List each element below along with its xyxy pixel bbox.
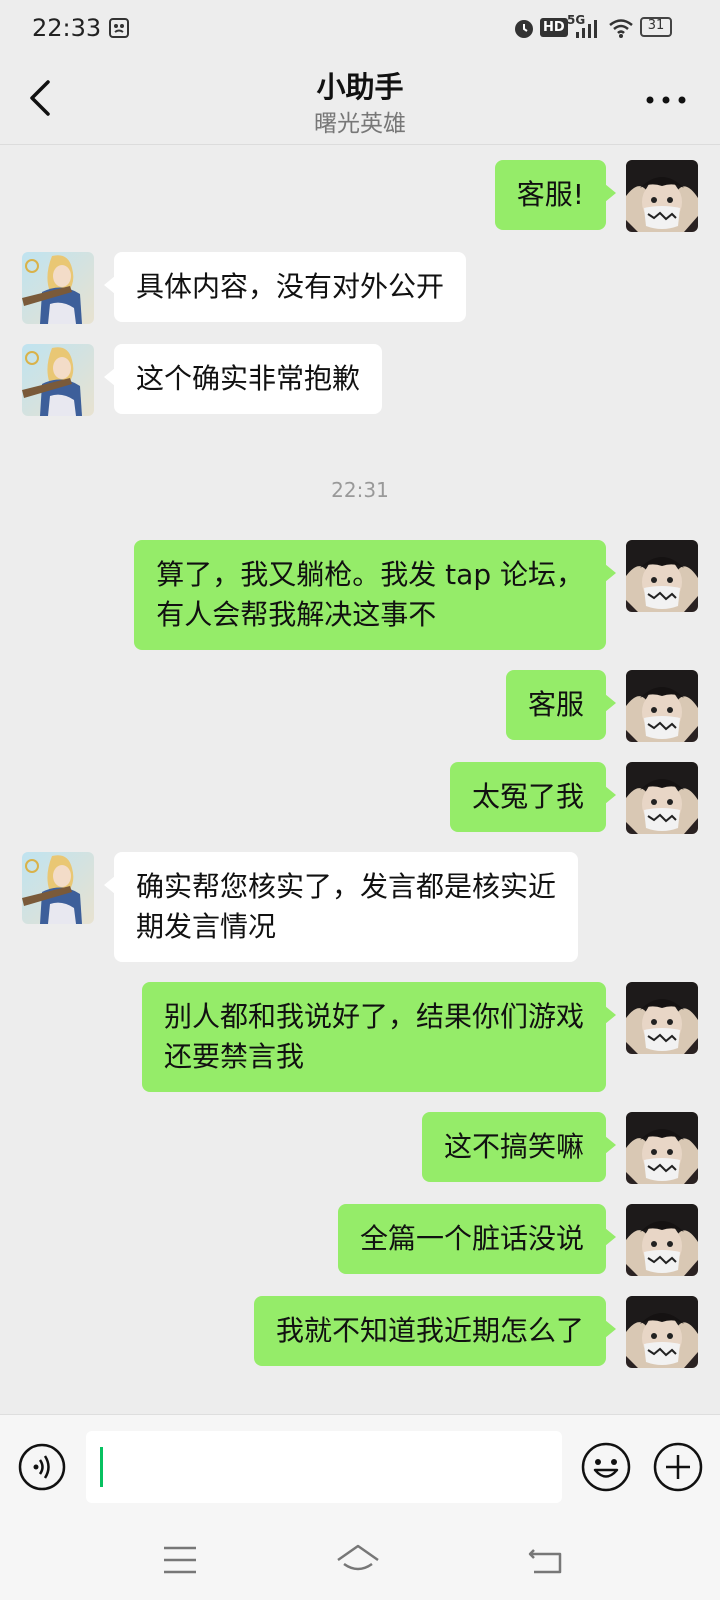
message-bubble[interactable]: 别人都和我说好了，结果你们游戏 还要禁言我 xyxy=(141,982,617,1092)
message-bubble[interactable]: 这个确实非常抱歉 xyxy=(103,344,383,414)
contact-avatar[interactable] xyxy=(22,852,94,924)
message-bubble[interactable]: 算了，我又躺枪。我发 tap 论坛， 有人会帮我解决这事不 xyxy=(134,540,616,650)
input-bar xyxy=(0,1414,720,1527)
home-icon[interactable] xyxy=(334,1540,382,1580)
my-avatar[interactable] xyxy=(626,160,698,232)
chat-subtitle: 曙光英雄 xyxy=(314,111,406,137)
message-input[interactable] xyxy=(86,1431,562,1503)
message-bubble[interactable]: 我就不知道我近期怎么了 xyxy=(253,1296,617,1366)
my-avatar[interactable] xyxy=(626,1112,698,1184)
chat-header: 小助手 曙光英雄 xyxy=(0,58,720,145)
alarm-icon xyxy=(515,20,533,38)
timestamp: 22:31 xyxy=(331,478,389,502)
status-time: 22:33 xyxy=(32,14,102,42)
my-avatar[interactable] xyxy=(626,1204,698,1276)
message-bubble[interactable]: 这不搞笑嘛 xyxy=(421,1112,617,1182)
message-bubble[interactable]: 全篇一个脏话没说 xyxy=(337,1204,617,1274)
chat-title: 小助手 xyxy=(316,70,404,104)
app-notification-icon xyxy=(109,18,129,38)
more-actions-button[interactable] xyxy=(652,1441,704,1493)
battery-level: 31 xyxy=(647,18,665,33)
signal-icon xyxy=(576,20,597,38)
my-avatar[interactable] xyxy=(626,1296,698,1368)
my-avatar[interactable] xyxy=(626,982,698,1054)
my-avatar[interactable] xyxy=(626,670,698,742)
status-bar: 22:33 HD 5G 31 xyxy=(0,0,720,58)
contact-avatar[interactable] xyxy=(22,252,94,324)
system-nav-bar xyxy=(0,1526,720,1600)
my-avatar[interactable] xyxy=(626,762,698,834)
contact-avatar[interactable] xyxy=(22,344,94,416)
message-bubble[interactable]: 确实帮您核实了，发言都是核实近 期发言情况 xyxy=(103,852,579,962)
wifi-icon xyxy=(609,19,633,38)
message-bubble[interactable]: 客服 xyxy=(505,670,617,740)
message-bubble[interactable]: 太冤了我 xyxy=(449,762,617,832)
message-bubble[interactable]: 具体内容，没有对外公开 xyxy=(103,252,467,322)
my-avatar[interactable] xyxy=(626,540,698,612)
back-nav-icon[interactable] xyxy=(526,1540,566,1580)
hd-badge: HD xyxy=(540,18,568,37)
text-caret xyxy=(100,1447,103,1487)
emoji-button[interactable] xyxy=(580,1441,632,1493)
menu-icon[interactable] xyxy=(160,1540,200,1580)
more-options-button[interactable] xyxy=(642,82,690,118)
voice-input-button[interactable] xyxy=(18,1443,66,1491)
message-bubble[interactable]: 客服! xyxy=(494,160,617,230)
battery-icon: 31 xyxy=(640,17,672,37)
